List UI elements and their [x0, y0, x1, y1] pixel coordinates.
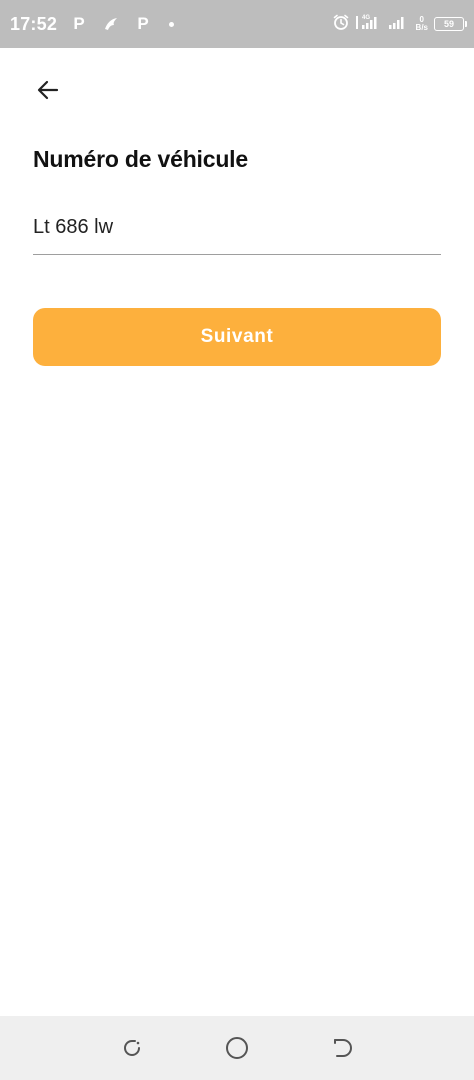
network-speed: 0 B/s — [416, 16, 428, 32]
battery-level: 59 — [443, 19, 454, 29]
notification-dot-icon — [169, 21, 175, 27]
parking-app-icon: P — [73, 14, 85, 33]
page-title: Numéro de véhicule — [33, 146, 248, 172]
status-bar: 17:52 P P 4G 0 B/s 59 — [0, 0, 474, 48]
bird-app-icon — [101, 14, 121, 34]
vehicle-number-field[interactable] — [33, 200, 441, 255]
recent-apps-button[interactable] — [112, 1028, 152, 1068]
speed-unit: B/s — [415, 23, 428, 32]
next-button[interactable]: Suivant — [33, 308, 441, 366]
arrow-left-icon — [37, 80, 59, 100]
svg-text:4G: 4G — [362, 15, 370, 21]
recent-apps-icon — [124, 1040, 141, 1056]
nav-back-button[interactable] — [322, 1028, 362, 1068]
parking-app-icon-2: P — [137, 14, 149, 33]
home-button[interactable] — [217, 1028, 257, 1068]
status-bar-left: 17:52 P P — [10, 13, 175, 35]
signal-icon: 4G — [355, 13, 382, 36]
status-time: 17:52 — [10, 13, 58, 34]
signal-icon-2 — [388, 13, 410, 36]
battery-icon: 59 — [434, 17, 467, 31]
navigation-bar — [0, 1016, 474, 1080]
status-bar-right: 4G 0 B/s 59 — [332, 13, 467, 36]
alarm-icon — [332, 13, 350, 36]
home-icon — [225, 1037, 248, 1059]
back-button[interactable] — [28, 70, 68, 110]
nav-back-icon — [333, 1039, 352, 1057]
vehicle-number-input[interactable] — [33, 200, 441, 254]
